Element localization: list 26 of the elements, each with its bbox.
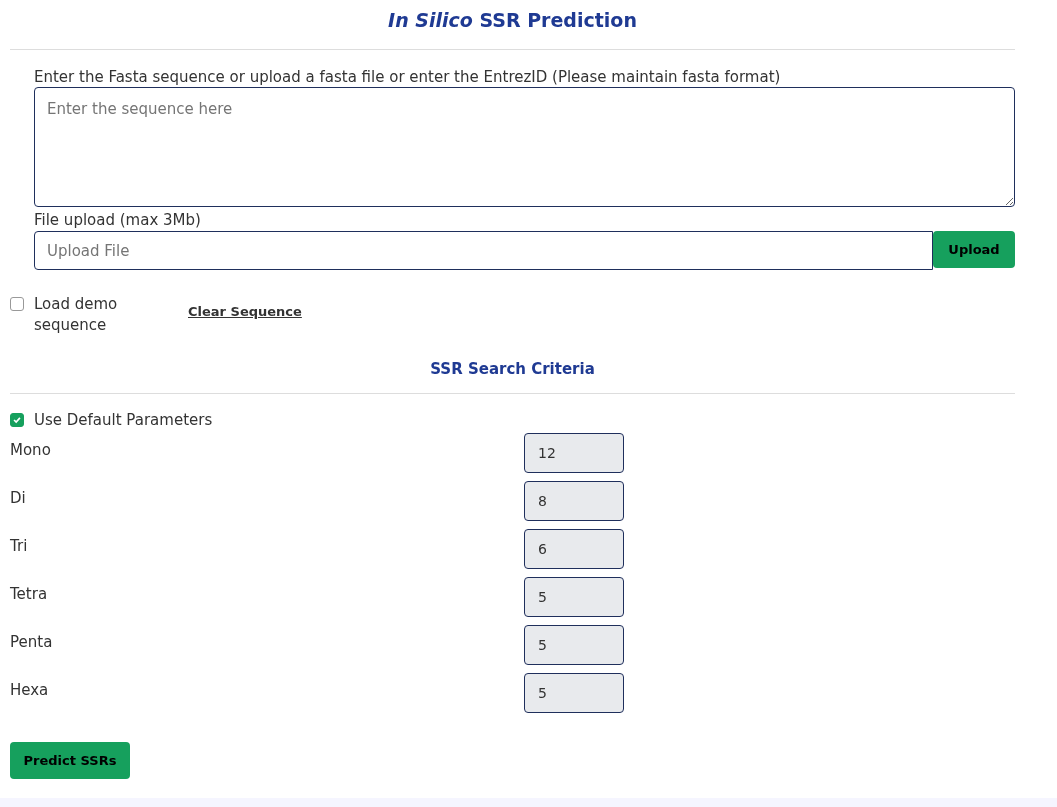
sequence-field[interactable]: Enter the sequence here xyxy=(34,87,1015,207)
clear-sequence-link[interactable]: Clear Sequence xyxy=(188,304,302,319)
criteria-heading: SSR Search Criteria xyxy=(429,360,596,378)
parameter-label: Di xyxy=(10,488,27,509)
demo-label: Load demo sequence xyxy=(34,294,119,336)
upload-label: File upload (max 3Mb) xyxy=(34,211,202,229)
parameter-field[interactable]: 5 xyxy=(524,673,624,713)
page-title: In Silico SSR Prediction xyxy=(387,9,638,33)
upload-field[interactable]: Upload File xyxy=(34,231,933,270)
parameter-field[interactable]: 12 xyxy=(524,433,624,473)
parameter-label: Mono xyxy=(10,440,52,461)
parameter-label: Tri xyxy=(10,536,29,557)
parameter-label: Tetra xyxy=(10,584,49,605)
predict-button[interactable]: Predict SSRs xyxy=(10,742,130,779)
parameter-label: Penta xyxy=(10,632,54,653)
parameter-label: Hexa xyxy=(10,680,50,701)
parameter-field[interactable]: 5 xyxy=(524,625,624,665)
default-checkbox[interactable] xyxy=(10,413,24,427)
demo-checkbox[interactable] xyxy=(10,297,24,311)
sequence-label: Enter the Fasta sequence or upload a fasta file or enter the EntrezID (Please maintain fasta format) xyxy=(34,68,782,86)
parameter-field[interactable]: 8 xyxy=(524,481,624,521)
parameter-field[interactable]: 5 xyxy=(524,577,624,617)
default-label: Use Default Parameters xyxy=(34,411,213,429)
parameter-field[interactable]: 6 xyxy=(524,529,624,569)
check-icon xyxy=(12,415,22,425)
upload-button[interactable]: Upload xyxy=(933,231,1015,268)
